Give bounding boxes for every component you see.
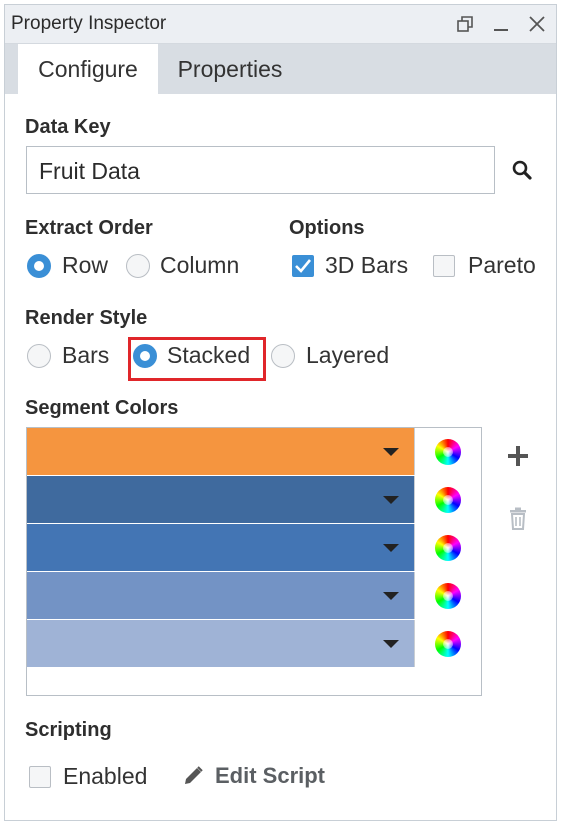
color-wheel-icon xyxy=(435,438,461,465)
color-row xyxy=(27,524,481,571)
edit-script-label: Edit Script xyxy=(215,763,326,788)
color-swatch-dropdown[interactable] xyxy=(27,524,414,571)
search-icon[interactable] xyxy=(507,155,537,185)
tab-bar: Configure Properties xyxy=(5,44,556,94)
render-style-stacked-radio[interactable] xyxy=(133,344,157,368)
color-row xyxy=(27,620,481,667)
trash-icon xyxy=(510,507,526,530)
pareto-checkbox[interactable] xyxy=(433,255,455,277)
extract-order-column-label: Column xyxy=(160,252,240,278)
checkmark-icon xyxy=(295,259,312,273)
color-wheel-button[interactable] xyxy=(414,476,481,523)
color-wheel-icon xyxy=(435,534,461,561)
color-row xyxy=(27,428,481,475)
window-title: Property Inspector xyxy=(11,13,167,34)
property-inspector-panel: Property Inspector Configure Properties … xyxy=(4,4,557,821)
render-style-stacked-label: Stacked xyxy=(167,342,251,368)
color-wheel-button[interactable] xyxy=(414,524,481,571)
render-style-layered-radio[interactable] xyxy=(271,344,295,368)
pareto-label: Pareto xyxy=(468,252,536,278)
3d-bars-checkbox[interactable] xyxy=(292,255,314,277)
tab-properties[interactable]: Properties xyxy=(160,44,300,94)
scripting-enabled-label: Enabled xyxy=(63,763,148,789)
extract-order-label: Extract Order xyxy=(25,217,153,239)
segment-colors-label: Segment Colors xyxy=(25,397,179,419)
data-key-label: Data Key xyxy=(25,116,111,138)
options-label: Options xyxy=(289,217,365,239)
color-wheel-icon xyxy=(435,486,461,513)
color-wheel-button[interactable] xyxy=(414,428,481,475)
restore-icon[interactable] xyxy=(450,9,480,39)
color-swatch-dropdown[interactable] xyxy=(27,620,414,667)
pencil-icon xyxy=(185,766,203,784)
extract-order-row-label: Row xyxy=(62,252,109,278)
minimize-icon[interactable] xyxy=(486,9,516,39)
data-key-input[interactable]: Fruit Data xyxy=(26,146,495,194)
delete-color-button[interactable] xyxy=(503,504,533,534)
color-swatch-dropdown[interactable] xyxy=(27,428,414,475)
color-swatch-dropdown[interactable] xyxy=(27,476,414,523)
color-swatch-dropdown[interactable] xyxy=(27,572,414,619)
data-key-value: Fruit Data xyxy=(39,158,140,184)
add-color-button[interactable] xyxy=(503,441,533,471)
plus-icon xyxy=(508,446,528,466)
chevron-down-icon xyxy=(383,640,399,648)
extract-order-row-radio[interactable] xyxy=(27,254,51,278)
scripting-label: Scripting xyxy=(25,719,112,741)
color-wheel-icon xyxy=(435,630,461,657)
edit-script-button[interactable]: Edit Script xyxy=(181,761,325,791)
render-style-layered-label: Layered xyxy=(306,342,390,368)
render-style-bars-label: Bars xyxy=(62,342,110,368)
chevron-down-icon xyxy=(383,592,399,600)
chevron-down-icon xyxy=(383,448,399,456)
color-row xyxy=(27,572,481,619)
title-bar: Property Inspector xyxy=(5,5,556,44)
segment-colors-list xyxy=(26,427,482,696)
color-wheel-button[interactable] xyxy=(414,620,481,667)
3d-bars-label: 3D Bars xyxy=(325,252,409,278)
color-wheel-icon xyxy=(435,582,461,609)
render-style-bars-radio[interactable] xyxy=(27,344,51,368)
chevron-down-icon xyxy=(383,496,399,504)
close-icon[interactable] xyxy=(522,9,552,39)
color-wheel-button[interactable] xyxy=(414,572,481,619)
color-row xyxy=(27,476,481,523)
render-style-label: Render Style xyxy=(25,307,148,329)
chevron-down-icon xyxy=(383,544,399,552)
extract-order-column-radio[interactable] xyxy=(126,254,150,278)
tab-configure[interactable]: Configure xyxy=(18,44,158,94)
scripting-enabled-checkbox[interactable] xyxy=(29,766,51,788)
